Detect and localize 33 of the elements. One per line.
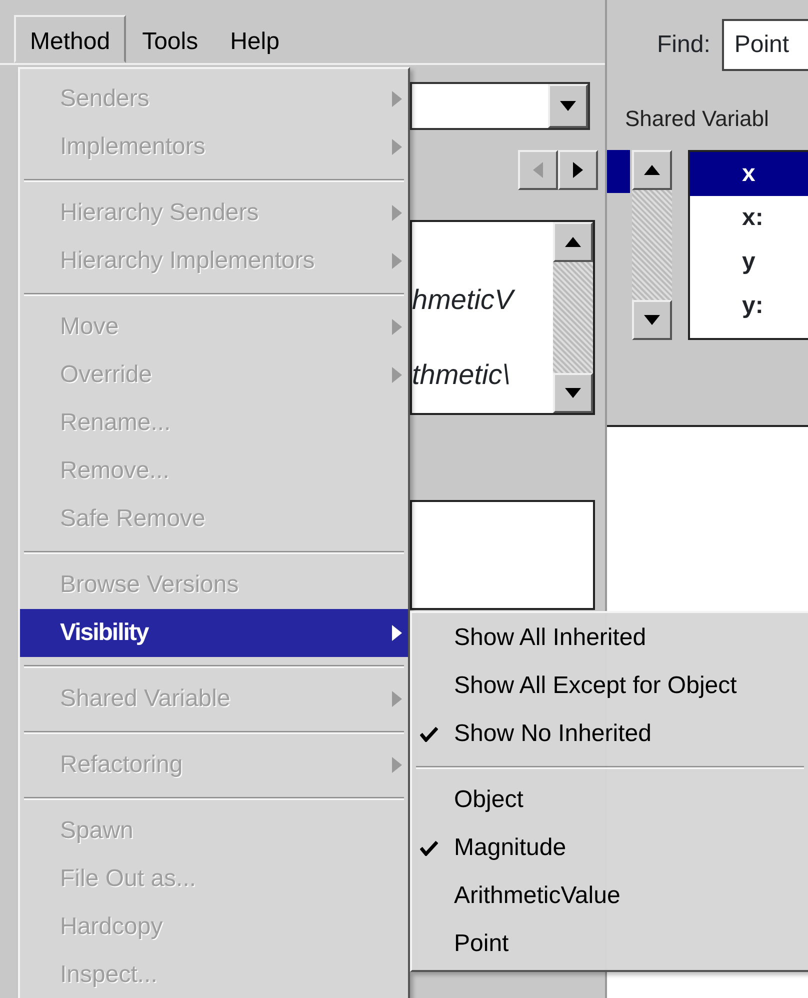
find-label: Find:	[657, 30, 710, 60]
variable-item[interactable]: x:	[690, 196, 808, 240]
menu-item[interactable]: Visibility	[20, 609, 408, 657]
scroll-left-button[interactable]	[518, 150, 558, 190]
method-name[interactable]: hmeticV	[412, 278, 553, 321]
tab-label[interactable]: Shared Variabl	[607, 80, 808, 150]
dropdown-field[interactable]	[410, 82, 590, 130]
variable-item[interactable]: y	[690, 240, 808, 284]
menu-item[interactable]: Magnitude	[412, 824, 808, 872]
menu-item[interactable]: Show All Except for Object	[412, 662, 808, 710]
method-name[interactable]: thmetic\	[412, 354, 553, 396]
menu-item[interactable]: Object	[412, 776, 808, 824]
down-arrow-icon	[644, 315, 660, 325]
menu-item[interactable]: ArithmeticValue	[412, 872, 808, 920]
caret-icon	[560, 101, 576, 111]
up-arrow-icon	[565, 237, 581, 247]
variable-item[interactable]: x	[690, 152, 808, 196]
scroll-right-button[interactable]	[558, 150, 598, 190]
right-arrow-icon	[573, 162, 583, 178]
menu-item[interactable]: Point	[412, 920, 808, 968]
scrollbar[interactable]	[632, 150, 672, 340]
menu-item[interactable]: Show No Inherited	[412, 710, 808, 758]
left-arrow-icon	[533, 162, 543, 178]
find-field[interactable]: Point	[722, 19, 808, 71]
menu-button[interactable]: Method	[14, 15, 126, 63]
down-arrow-icon	[565, 388, 581, 398]
menu-item[interactable]: Show All Inherited	[412, 614, 808, 662]
menu-button[interactable]: Tools	[126, 15, 214, 63]
scrollbar[interactable]	[553, 222, 593, 413]
up-arrow-icon	[644, 165, 660, 175]
selection-highlight	[607, 150, 630, 193]
menu-button[interactable]: Help	[214, 15, 296, 63]
variable-item[interactable]: y:	[690, 284, 808, 328]
